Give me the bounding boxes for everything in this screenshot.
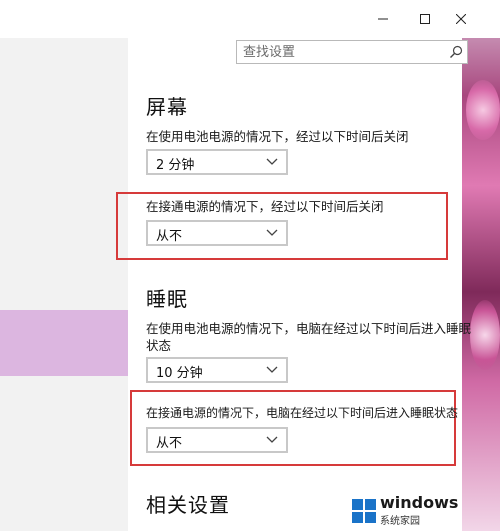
screen-battery-label: 在使用电池电源的情况下，经过以下时间后关闭 <box>146 129 409 144</box>
sleep-battery-dropdown[interactable]: 10 分钟 <box>146 357 288 383</box>
maximize-button[interactable] <box>410 6 440 32</box>
chevron-down-icon <box>266 158 278 165</box>
search-icon[interactable] <box>448 44 464 60</box>
screen-battery-dropdown[interactable]: 2 分钟 <box>146 149 288 175</box>
site-watermark: windows 系统家园 <box>346 491 500 531</box>
sleep-plugged-label: 在接通电源的情况下，电脑在经过以下时间后进入睡眠状态 <box>146 406 459 420</box>
screen-plugged-dropdown[interactable]: 从不 <box>146 220 288 246</box>
wallpaper-flower <box>470 300 500 370</box>
close-icon <box>456 14 466 24</box>
close-button[interactable] <box>446 6 476 32</box>
dropdown-value: 2 分钟 <box>156 158 195 173</box>
minimize-button[interactable] <box>368 6 398 32</box>
chevron-down-icon <box>266 366 278 373</box>
sleep-battery-label-line1: 在使用电池电源的情况下，电脑在经过以下时间后进入睡眠 <box>146 321 472 336</box>
watermark-brand: windows <box>380 493 459 512</box>
watermark-sub: 系统家园 <box>380 516 420 527</box>
dropdown-value: 从不 <box>156 436 183 451</box>
maximize-icon <box>420 14 430 24</box>
chevron-down-icon <box>266 229 278 236</box>
search-input[interactable] <box>243 43 443 61</box>
screen-heading: 屏幕 <box>146 95 188 119</box>
windows-logo-icon <box>352 499 376 523</box>
chevron-down-icon <box>266 436 278 443</box>
title-bar <box>0 0 500 38</box>
minimize-icon <box>378 18 388 20</box>
sidebar <box>0 38 128 531</box>
sleep-heading: 睡眠 <box>146 287 188 311</box>
dropdown-value: 从不 <box>156 229 183 244</box>
sleep-battery-label-line2: 状态 <box>146 338 172 353</box>
sidebar-item-power-sleep[interactable] <box>0 310 128 376</box>
screen-plugged-label: 在接通电源的情况下，经过以下时间后关闭 <box>146 199 384 214</box>
sleep-plugged-dropdown[interactable]: 从不 <box>146 427 288 453</box>
wallpaper-flower <box>466 80 500 140</box>
search-box[interactable] <box>236 40 468 64</box>
related-settings-heading: 相关设置 <box>146 493 230 517</box>
dropdown-value: 10 分钟 <box>156 366 203 381</box>
